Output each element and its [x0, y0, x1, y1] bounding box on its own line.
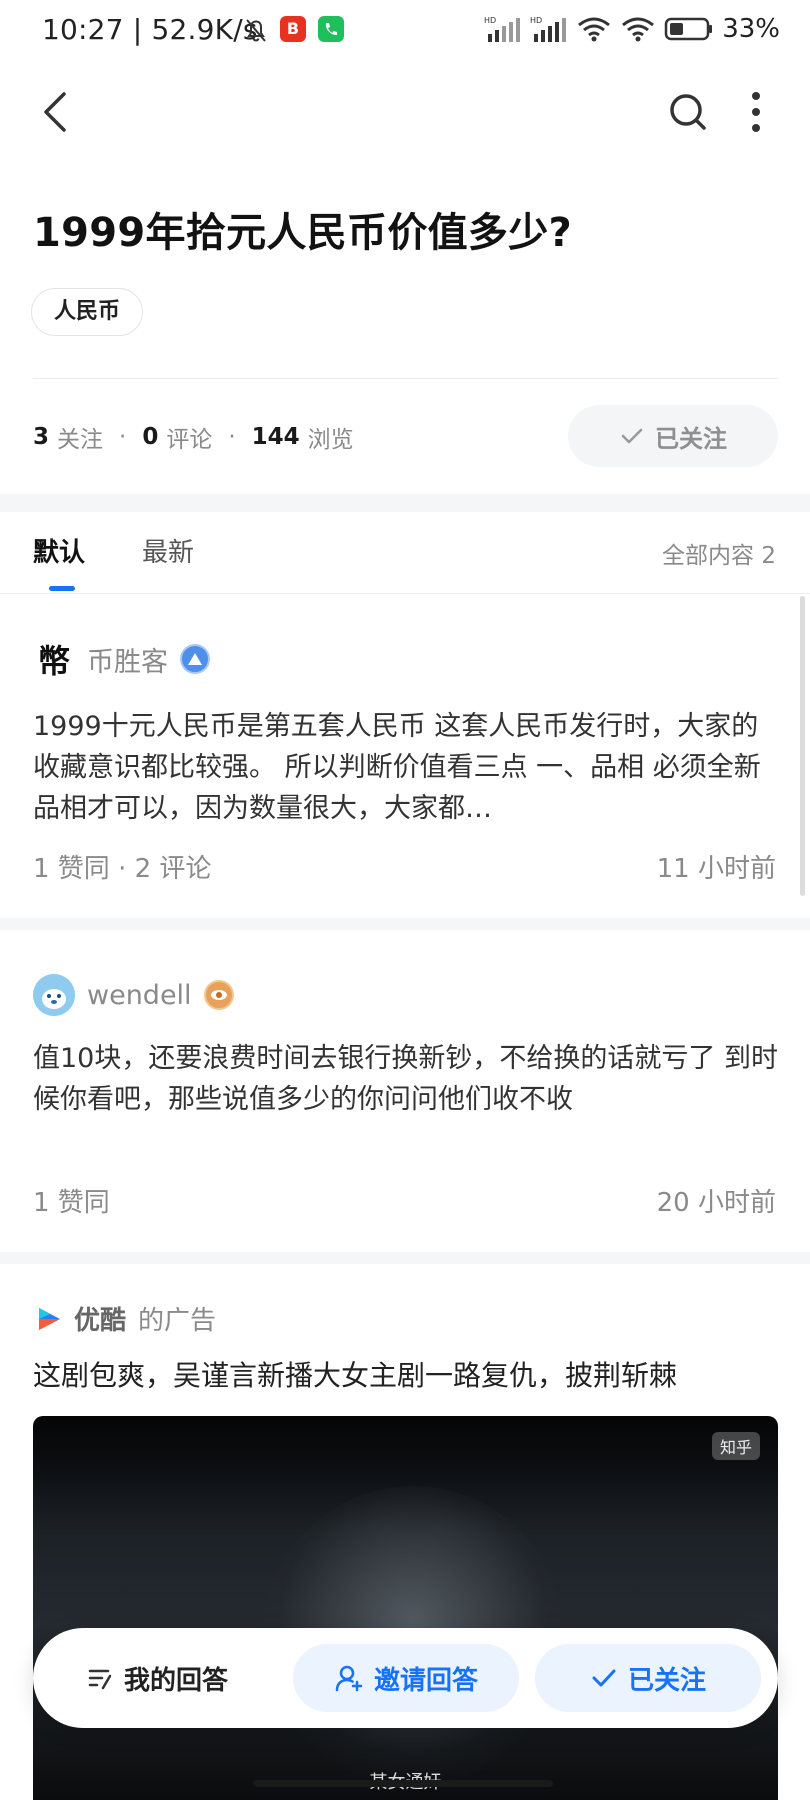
status-time-speed: 10:27 | 52.9K/s	[42, 13, 258, 46]
followed-button[interactable]: 已关注	[535, 1644, 761, 1712]
author-badge	[203, 980, 234, 1010]
all-content-count[interactable]: 全部内容 2	[662, 536, 776, 570]
ad-title[interactable]: 这剧包爽，吴谨言新播大女主剧一路复仇，披荆斩棘	[33, 1354, 677, 1394]
svg-text:HD: HD	[484, 16, 496, 25]
mute-bell-icon	[246, 19, 266, 42]
youku-logo-icon	[39, 1307, 60, 1330]
wifi-icon	[578, 17, 611, 42]
wifi-icon-2	[622, 17, 655, 42]
my-answer-label: 我的回答	[123, 1665, 228, 1696]
sort-tabs: 默认 最新 全部内容 2	[0, 512, 810, 594]
ad-header[interactable]: 优酷 的广告	[36, 1300, 216, 1337]
invite-user-icon	[335, 1665, 363, 1692]
answer-excerpt[interactable]: 1999十元人民币是第五套人民币 这套人民币发行时，大家的收藏意识都比较强。 所…	[33, 706, 778, 829]
view-count: 144	[251, 424, 300, 450]
author-badge	[180, 644, 210, 674]
follow-count: 3	[33, 424, 50, 450]
search-icon	[670, 94, 706, 130]
answer-votes-comments: 1 赞同 · 2 评论	[33, 854, 212, 884]
view-label: 浏览	[307, 427, 354, 453]
tab-latest[interactable]: 最新	[142, 532, 194, 569]
battery-icon	[664, 17, 713, 41]
follow-question-button[interactable]: 已关注	[568, 405, 778, 467]
signal-icon: HD	[484, 16, 521, 42]
comment-label[interactable]: 评论	[166, 420, 212, 454]
invite-label: 邀请回答	[373, 1665, 478, 1696]
ad-suffix: 的广告	[138, 1306, 217, 1336]
phone-notification-icon	[318, 16, 344, 42]
answer-time: 11 小时前	[656, 854, 776, 884]
divider	[33, 378, 778, 379]
topic-tag[interactable]: 人民币	[31, 288, 144, 336]
section-gap	[0, 918, 810, 930]
battery-percent: 33%	[722, 14, 780, 44]
ad-video[interactable]: 知乎 某女通奸	[33, 1416, 778, 1800]
answer-time: 20 小时前	[656, 1188, 776, 1218]
answer-author[interactable]: 幣 币胜客	[33, 638, 210, 680]
answer-author[interactable]: wendell	[33, 974, 234, 1016]
question-title: 1999年拾元人民币价值多少?	[33, 210, 573, 256]
answer-card[interactable]: wendell 值10块，还要浪费时间去银行换新钞，不给换的话就亏了 到时候你看…	[0, 930, 810, 1260]
follow-label: 关注	[57, 427, 104, 453]
app-notification-icon: B	[280, 16, 306, 42]
check-icon	[621, 428, 643, 444]
search-button[interactable]	[666, 90, 710, 134]
author-name[interactable]: 币胜客	[87, 640, 168, 679]
tab-default[interactable]: 默认	[33, 532, 85, 569]
invite-answer-button[interactable]: 邀请回答	[293, 1644, 519, 1712]
author-name[interactable]: wendell	[87, 980, 192, 1011]
follow-button-label: 已关注	[655, 424, 727, 453]
section-gap	[0, 1252, 810, 1264]
eye-badge-icon	[210, 990, 227, 1000]
avatar[interactable]: 幣	[33, 638, 75, 680]
check-icon	[592, 1669, 616, 1687]
answer-votes: 1 赞同	[33, 1188, 110, 1218]
back-button[interactable]	[36, 88, 80, 136]
home-indicator[interactable]	[253, 1780, 553, 1787]
answer-card[interactable]: 幣 币胜客 1999十元人民币是第五套人民币 这套人民币发行时，大家的收藏意识都…	[0, 600, 810, 918]
ad-brand[interactable]: 优酷	[74, 1300, 126, 1337]
comment-count: 0	[142, 424, 159, 450]
question-stats: 3 关注 · 0 评论 · 144 浏览	[33, 420, 354, 454]
answer-excerpt[interactable]: 值10块，还要浪费时间去银行换新钞，不给换的话就亏了 到时候你看吧，那些说值多少…	[33, 1038, 778, 1120]
separator-dot: ·	[228, 424, 236, 450]
bottom-action-bar: 我的回答 邀请回答 已关注	[33, 1628, 778, 1728]
svg-text:HD: HD	[530, 16, 542, 25]
status-bar: 10:27 | 52.9K/s B HD HD 33%	[0, 0, 810, 64]
section-gap	[0, 494, 810, 512]
top-nav	[0, 70, 810, 154]
separator-dot: ·	[119, 424, 127, 450]
followed-label: 已关注	[627, 1665, 706, 1696]
zhihu-watermark: 知乎	[711, 1432, 760, 1460]
avatar-glyph: 幣	[37, 642, 70, 680]
more-button[interactable]	[746, 90, 766, 134]
signal-icon-2: HD	[530, 16, 567, 42]
active-tab-indicator	[49, 586, 75, 591]
my-answer-button[interactable]: 我的回答	[57, 1644, 257, 1712]
avatar[interactable]	[33, 974, 75, 1016]
edit-list-icon	[88, 1669, 112, 1690]
triangle-badge-icon	[188, 653, 202, 665]
status-icons: HD HD 33%	[484, 14, 780, 44]
more-vertical-icon	[752, 92, 760, 132]
avatar-image	[33, 974, 75, 1016]
back-arrow-icon	[44, 92, 66, 132]
